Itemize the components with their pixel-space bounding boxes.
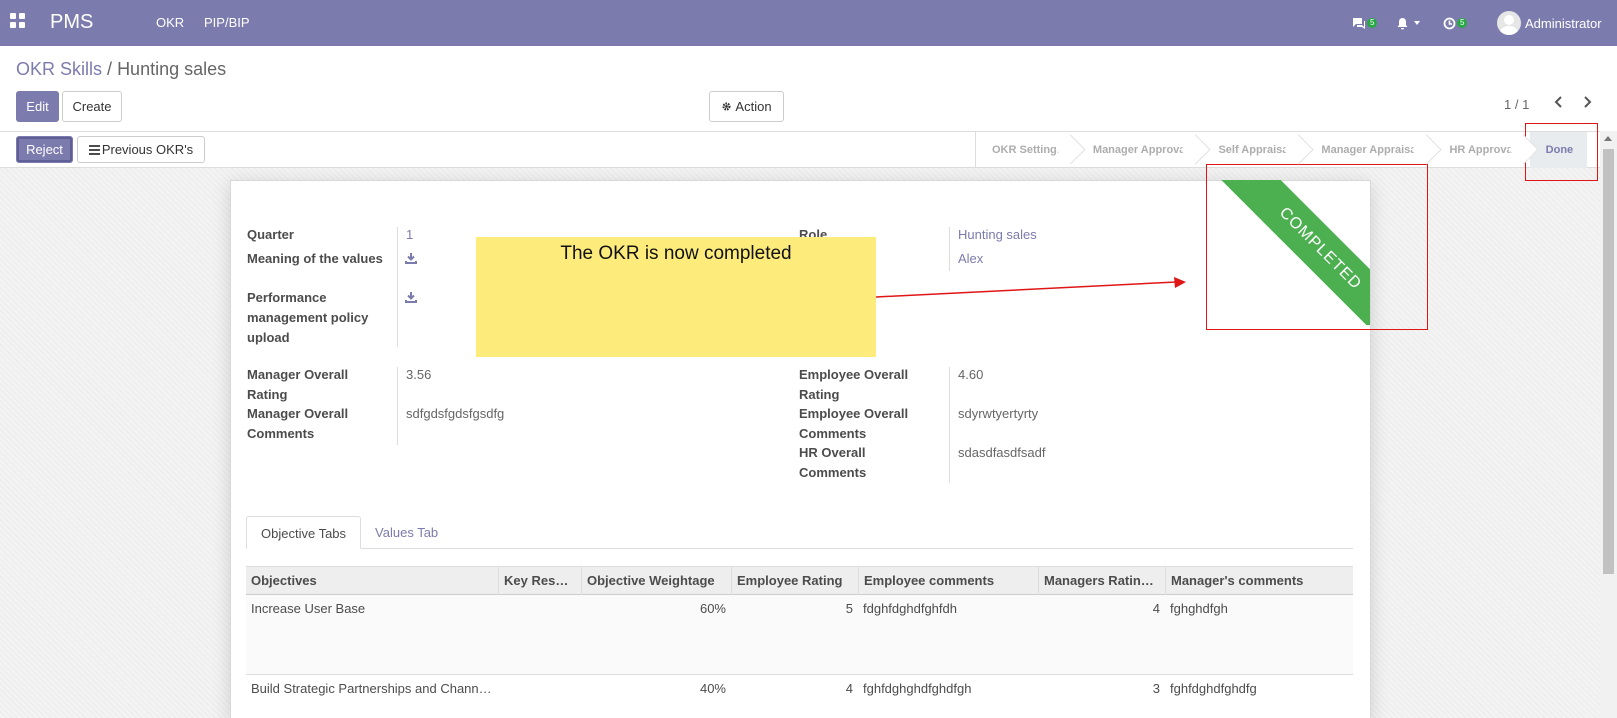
- pager-value[interactable]: 1 / 1: [1504, 97, 1529, 112]
- manager-comments-value: sdfgdsfgdsfgsdfg: [406, 406, 505, 421]
- list-icon: [88, 144, 100, 155]
- notebook-tabs: Objective Tabs Values Tab: [246, 516, 452, 549]
- manager-comments-label: Manager Overall Comments: [247, 406, 349, 441]
- chevron-left-icon[interactable]: [1552, 95, 1566, 109]
- cell-employee-rating: 4: [845, 681, 853, 696]
- hr-comments-value: sdasdfasdfsadf: [958, 445, 1046, 460]
- column-employee-comments[interactable]: Employee comments: [858, 567, 1038, 595]
- cell-weightage: 60%: [699, 601, 726, 616]
- policy-label: Performance management policy upload: [247, 290, 369, 345]
- employee-value[interactable]: Alex: [958, 249, 983, 269]
- avatar: [1497, 11, 1521, 35]
- field-divider: [397, 227, 398, 347]
- scroll-thumb[interactable]: [1603, 149, 1614, 574]
- clock-icon: [1443, 17, 1456, 29]
- cell-manager-rating: 3: [1152, 681, 1160, 696]
- status-steps: OKR Settings Manager Approval Self Appra…: [975, 132, 1588, 168]
- menu-pip-bip[interactable]: PIP/BIP: [204, 15, 250, 30]
- previous-okrs-label: Previous OKR's: [101, 142, 194, 157]
- top-navbar: PMS OKR PIP/BIP 5 5 Administrator: [0, 0, 1617, 46]
- column-manager-rating[interactable]: Managers Ratin…: [1038, 567, 1165, 595]
- cell-employee-comments: fdghfdghdfghfdh: [863, 601, 957, 616]
- employee-rating-value: 4.60: [958, 367, 984, 382]
- employee-comments-value: sdyrwtyertyrty: [958, 406, 1039, 421]
- column-employee-rating[interactable]: Employee Rating: [731, 567, 858, 595]
- bell-icon: [1397, 17, 1408, 29]
- step-hr-approval[interactable]: HR Approval: [1433, 132, 1529, 168]
- meaning-label: Meaning of the values: [247, 251, 383, 266]
- role-value[interactable]: Hunting sales: [958, 225, 1037, 245]
- edit-button[interactable]: Edit: [16, 91, 59, 122]
- cell-objective: Increase User Base: [251, 601, 366, 616]
- app-brand[interactable]: PMS: [50, 11, 93, 34]
- messages-badge: 5: [1367, 18, 1378, 28]
- field-divider: [397, 367, 398, 445]
- cell-weightage: 40%: [699, 681, 726, 696]
- table-header: Objectives Key Results Objective Weighta…: [246, 566, 1353, 595]
- breadcrumb-current: Hunting sales: [117, 59, 227, 79]
- column-weightage[interactable]: Objective Weightage: [581, 567, 731, 595]
- hr-comments-label: HR Overall Comments: [799, 445, 867, 480]
- column-objectives[interactable]: Objectives: [246, 567, 498, 595]
- messages-button[interactable]: 5: [1352, 0, 1378, 46]
- user-name: Administrator: [1525, 15, 1602, 31]
- employee-rating-label: Employee Overall Rating: [799, 367, 909, 402]
- action-label: Action: [735, 99, 772, 114]
- scroll-up-icon[interactable]: [1604, 136, 1612, 141]
- user-menu[interactable]: Administrator: [1497, 0, 1602, 46]
- manager-rating-label: Manager Overall Rating: [247, 367, 349, 402]
- action-button[interactable]: Action: [709, 91, 784, 122]
- tab-values[interactable]: Values Tab: [361, 516, 452, 549]
- gear-icon: [722, 102, 731, 111]
- download-icon[interactable]: [405, 291, 417, 303]
- column-key-results[interactable]: Key Results: [498, 567, 581, 595]
- highlight-box-ribbon: [1206, 164, 1428, 330]
- quarter-value[interactable]: 1: [406, 225, 413, 245]
- caret-down-icon: [1414, 21, 1420, 25]
- cell-manager-comments: fghghdfgh: [1170, 601, 1228, 616]
- apps-menu-icon[interactable]: [10, 13, 26, 29]
- step-self-appraisal[interactable]: Self Appraisal: [1202, 132, 1305, 168]
- menu-okr[interactable]: OKR: [156, 15, 184, 30]
- download-icon[interactable]: [405, 252, 417, 264]
- column-manager-comments[interactable]: Manager's comments: [1165, 567, 1353, 595]
- vertical-scrollbar[interactable]: [1600, 131, 1617, 718]
- field-divider: [949, 367, 950, 483]
- manager-rating-value: 3.56: [406, 367, 432, 382]
- tab-objective[interactable]: Objective Tabs: [246, 516, 362, 549]
- breadcrumb-parent[interactable]: OKR Skills: [16, 59, 102, 79]
- activity-button[interactable]: 5: [1443, 0, 1468, 46]
- step-manager-appraisal[interactable]: Manager Appraisal: [1305, 132, 1433, 168]
- cell-employee-comments: fghfdghghdfghdfgh: [863, 681, 972, 696]
- table-row[interactable]: Increase User Base 60% 5 fdghfdghdfghfdh…: [246, 595, 1353, 675]
- breadcrumb: OKR Skills / Hunting sales: [16, 59, 226, 80]
- step-manager-approval[interactable]: Manager Approval: [1077, 132, 1203, 168]
- activity-badge: 5: [1457, 18, 1468, 28]
- breadcrumb-separator: /: [107, 59, 113, 79]
- field-divider: [949, 227, 950, 271]
- cell-objective: Build Strategic Partnerships and Chann…: [251, 681, 492, 696]
- chevron-right-icon[interactable]: [1580, 95, 1594, 109]
- employee-comments-label: Employee Overall Comments: [799, 406, 909, 441]
- statusbar: Reject Previous OKR's OKR Settings Manag…: [0, 131, 1600, 168]
- cell-manager-rating: 4: [1152, 601, 1160, 616]
- step-okr-settings[interactable]: OKR Settings: [976, 132, 1077, 168]
- create-button[interactable]: Create: [62, 91, 122, 122]
- previous-okrs-button[interactable]: Previous OKR's: [77, 136, 205, 163]
- chat-icon: [1353, 18, 1365, 29]
- reject-button[interactable]: Reject: [16, 136, 73, 163]
- cell-manager-comments: fghfdghdfghdfg: [1170, 681, 1257, 696]
- quarter-label: Quarter: [247, 227, 294, 242]
- annotation-note: The OKR is now completed: [476, 237, 876, 357]
- notifications-button[interactable]: [1396, 0, 1421, 46]
- table-row[interactable]: Build Strategic Partnerships and Chann… …: [246, 675, 1353, 718]
- cell-employee-rating: 5: [845, 601, 853, 616]
